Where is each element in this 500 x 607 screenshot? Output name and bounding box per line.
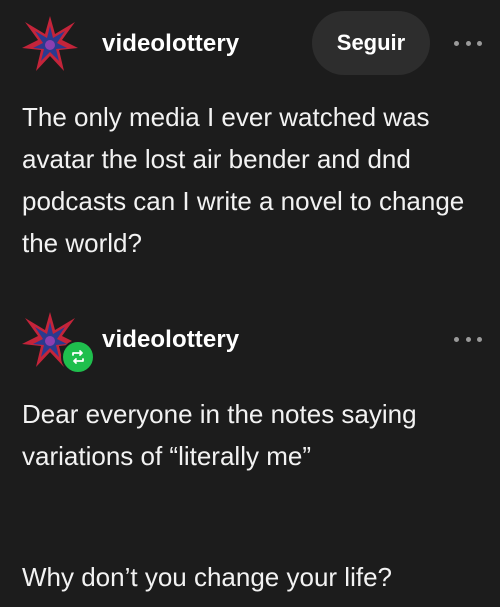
post-body: The only media I ever watched was avatar… [22,102,465,258]
reblog-body-2: Why don’t you change your life? [22,562,392,592]
avatar[interactable] [20,14,80,74]
reblog-icon [61,340,95,374]
follow-button[interactable]: Seguir [312,11,430,75]
post-header: videolottery Seguir [0,0,500,90]
username[interactable]: videolottery [102,30,239,58]
more-dots-icon[interactable] [454,38,482,48]
star-burst-avatar-icon [20,14,80,74]
reblog-username[interactable]: videolottery [102,326,239,354]
reblog-body-1: Dear everyone in the notes saying variat… [22,399,417,471]
more-dots-icon[interactable] [454,334,482,344]
